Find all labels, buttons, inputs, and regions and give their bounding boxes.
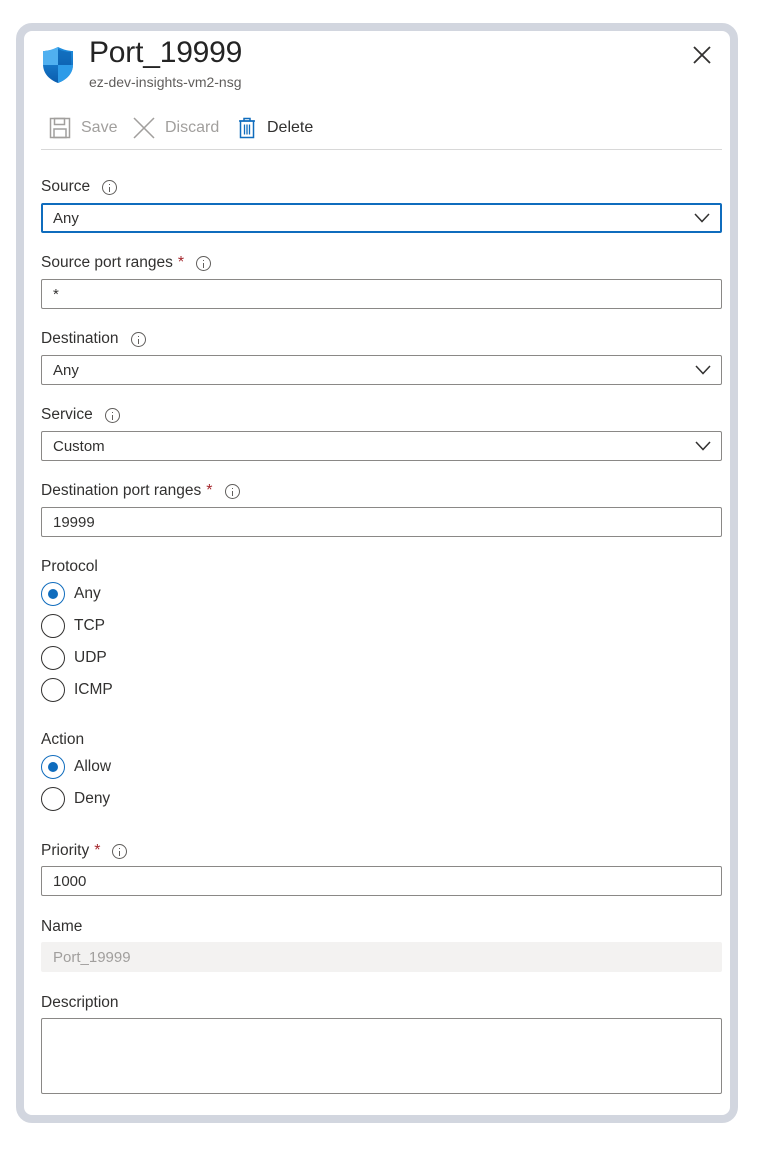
protocol-option-tcp[interactable]: TCP [41,614,105,638]
info-icon[interactable] [130,331,146,347]
info-icon[interactable] [196,255,212,271]
destination-port-ranges-label: Destination port ranges * [41,482,240,500]
action-option-deny[interactable]: Deny [41,787,110,811]
close-icon[interactable] [690,43,714,67]
discard-button[interactable]: Discard [133,112,219,144]
save-icon [49,117,71,139]
required-asterisk: * [94,842,101,859]
priority-label: Priority * [41,842,128,860]
chevron-down-icon [695,441,711,451]
info-icon[interactable] [104,407,120,423]
page-title: Port_19999 [89,36,243,69]
name-value: Port_19999 [53,948,131,966]
description-textarea[interactable] [41,1018,722,1094]
source-value: Any [53,209,79,227]
action-label: Action [41,731,85,748]
required-asterisk: * [206,482,213,499]
save-button[interactable]: Save [49,112,117,144]
service-value: Custom [53,437,105,455]
radio-button[interactable] [41,678,65,702]
destination-port-ranges-input[interactable]: 19999 [41,507,722,537]
destination-dropdown[interactable]: Any [41,355,722,385]
source-port-ranges-value: * [53,285,59,303]
info-icon[interactable] [102,179,118,195]
protocol-option-any[interactable]: Any [41,582,101,606]
delete-label: Delete [267,119,314,136]
trash-icon [239,117,255,139]
info-icon[interactable] [112,843,128,859]
service-label: Service [41,406,120,424]
destination-port-ranges-value: 19999 [53,513,95,531]
priority-input[interactable]: 1000 [41,866,722,896]
radio-button[interactable] [41,755,65,779]
source-dropdown[interactable]: Any [41,203,722,233]
name-input: Port_19999 [41,942,722,972]
protocol-option-icmp[interactable]: ICMP [41,678,113,702]
source-port-ranges-input[interactable]: * [41,279,722,309]
priority-value: 1000 [53,872,87,890]
action-option-allow[interactable]: Allow [41,755,111,779]
radio-button[interactable] [41,646,65,670]
page-subtitle: ez-dev-insights-vm2-nsg [89,74,242,90]
description-label: Description [41,994,119,1011]
destination-value: Any [53,361,79,379]
discard-label: Discard [165,119,220,136]
source-port-ranges-label: Source port ranges * [41,254,212,272]
delete-button[interactable]: Delete [237,112,313,144]
protocol-option-udp[interactable]: UDP [41,646,107,670]
radio-button[interactable] [41,787,65,811]
destination-label: Destination [41,330,146,348]
source-label: Source [41,178,118,196]
info-icon[interactable] [224,483,240,499]
discard-icon [133,117,155,139]
shield-icon [43,47,73,83]
toolbar-divider [41,149,722,150]
name-label: Name [41,918,83,935]
service-dropdown[interactable]: Custom [41,431,722,461]
required-asterisk: * [177,254,185,271]
protocol-label: Protocol [41,558,98,575]
chevron-down-icon [694,213,710,223]
radio-button[interactable] [41,614,65,638]
radio-button[interactable] [41,582,65,606]
command-bar: Save Discard Delete [41,112,722,144]
save-label: Save [81,119,118,136]
chevron-down-icon [695,365,711,375]
